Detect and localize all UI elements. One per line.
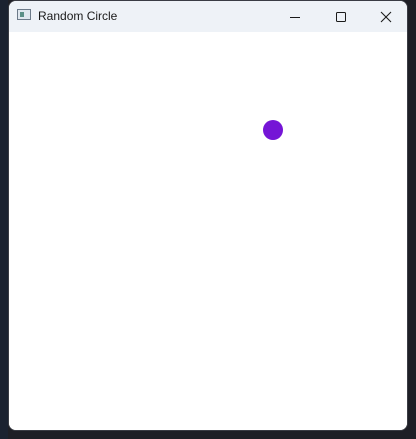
close-icon xyxy=(380,11,392,22)
close-button[interactable] xyxy=(363,1,407,32)
desktop-background xyxy=(0,0,8,439)
drawing-canvas[interactable] xyxy=(9,32,407,430)
window-title: Random Circle xyxy=(38,9,118,23)
maximize-button[interactable] xyxy=(318,1,364,32)
maximize-icon xyxy=(336,11,346,22)
app-window: Random Circle xyxy=(8,0,408,431)
minimize-button[interactable] xyxy=(272,1,318,32)
title-bar[interactable]: Random Circle xyxy=(9,1,407,32)
app-window-icon xyxy=(17,9,31,20)
minimize-icon xyxy=(290,16,300,18)
random-circle xyxy=(263,120,283,140)
